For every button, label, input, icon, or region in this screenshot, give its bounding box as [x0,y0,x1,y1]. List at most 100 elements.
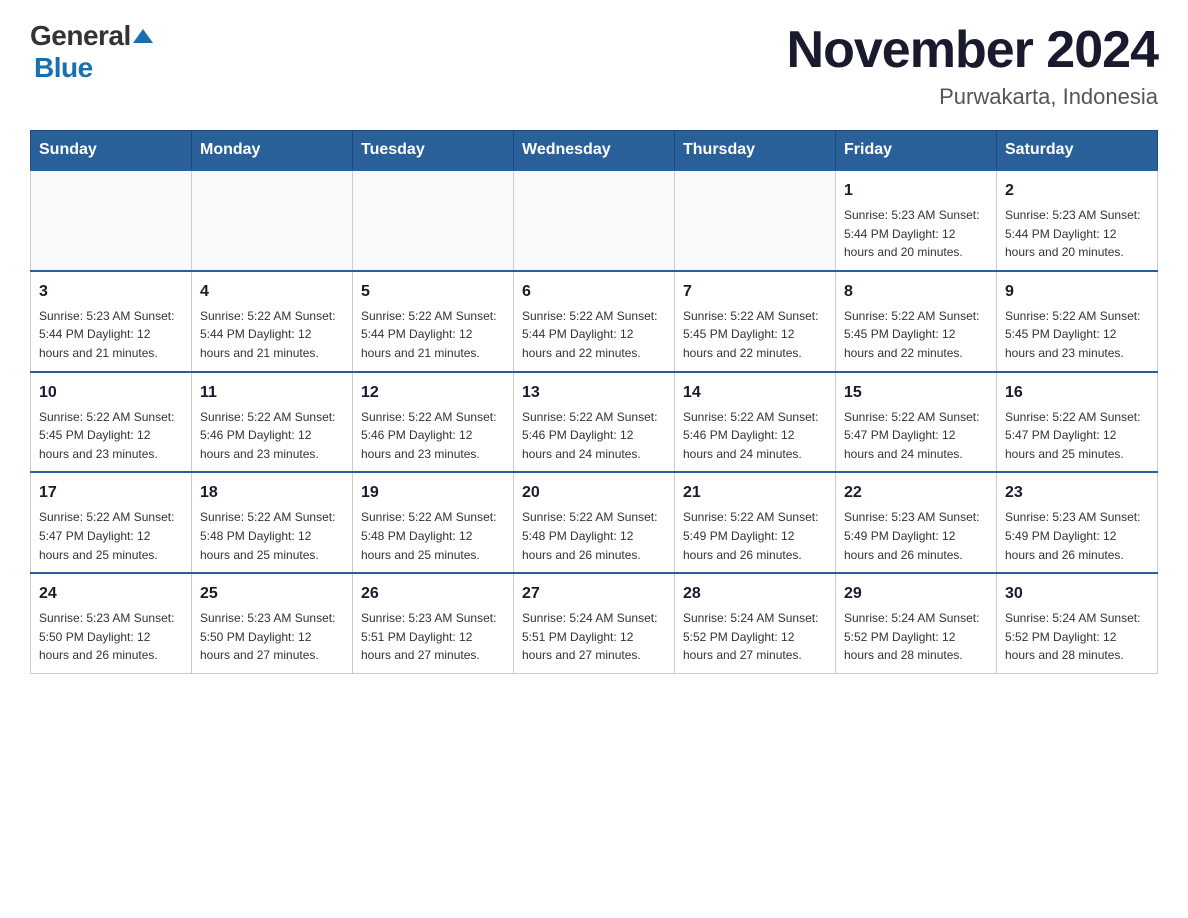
day-number: 16 [1005,381,1149,405]
calendar-cell: 1 Sunrise: 5:23 AM Sunset: 5:44 PM Daylig… [836,170,997,271]
day-info: Sunrise: 5:22 AM Sunset: 5:47 PM Dayligh… [39,508,183,564]
day-number: 12 [361,381,505,405]
week-row-5: 24 Sunrise: 5:23 AM Sunset: 5:50 PM Dayli… [31,573,1158,673]
calendar-cell: 2 Sunrise: 5:23 AM Sunset: 5:44 PM Daylig… [997,170,1158,271]
week-row-2: 3 Sunrise: 5:23 AM Sunset: 5:44 PM Daylig… [31,271,1158,372]
calendar-cell: 21 Sunrise: 5:22 AM Sunset: 5:49 PM Dayli… [675,472,836,573]
day-info: Sunrise: 5:23 AM Sunset: 5:49 PM Dayligh… [1005,508,1149,564]
calendar-cell: 17 Sunrise: 5:22 AM Sunset: 5:47 PM Dayli… [31,472,192,573]
day-info: Sunrise: 5:23 AM Sunset: 5:44 PM Dayligh… [1005,206,1149,262]
day-header-thursday: Thursday [675,131,836,171]
title-section: November 2024 Purwakarta, Indonesia [787,20,1158,110]
day-number: 24 [39,582,183,606]
calendar-cell: 26Sunrise: 5:23 AM Sunset: 5:51 PM Dayli… [353,573,514,673]
day-info: Sunrise: 5:22 AM Sunset: 5:48 PM Dayligh… [200,508,344,564]
calendar-cell: 12Sunrise: 5:22 AM Sunset: 5:46 PM Dayli… [353,372,514,473]
day-number: 21 [683,481,827,505]
day-info: Sunrise: 5:24 AM Sunset: 5:52 PM Dayligh… [844,609,988,665]
calendar-cell: 3 Sunrise: 5:23 AM Sunset: 5:44 PM Daylig… [31,271,192,372]
day-info: Sunrise: 5:24 AM Sunset: 5:52 PM Dayligh… [683,609,827,665]
calendar-cell: 13 Sunrise: 5:22 AM Sunset: 5:46 PM Dayli… [514,372,675,473]
day-number: 7 [683,280,827,304]
calendar-cell: 19Sunrise: 5:22 AM Sunset: 5:48 PM Dayli… [353,472,514,573]
day-info: Sunrise: 5:22 AM Sunset: 5:46 PM Dayligh… [683,408,827,464]
calendar-cell: 9Sunrise: 5:22 AM Sunset: 5:45 PM Daylig… [997,271,1158,372]
calendar-cell [31,170,192,271]
day-info: Sunrise: 5:22 AM Sunset: 5:46 PM Dayligh… [522,408,666,464]
calendar-cell: 15Sunrise: 5:22 AM Sunset: 5:47 PM Dayli… [836,372,997,473]
day-header-sunday: Sunday [31,131,192,171]
day-number: 8 [844,280,988,304]
day-info: Sunrise: 5:22 AM Sunset: 5:48 PM Dayligh… [522,508,666,564]
day-header-wednesday: Wednesday [514,131,675,171]
logo-general-text: General [30,20,131,52]
calendar-cell: 14 Sunrise: 5:22 AM Sunset: 5:46 PM Dayli… [675,372,836,473]
day-info: Sunrise: 5:22 AM Sunset: 5:49 PM Dayligh… [683,508,827,564]
calendar-cell: 18 Sunrise: 5:22 AM Sunset: 5:48 PM Dayli… [192,472,353,573]
week-row-1: 1 Sunrise: 5:23 AM Sunset: 5:44 PM Daylig… [31,170,1158,271]
day-number: 11 [200,381,344,405]
day-info: Sunrise: 5:23 AM Sunset: 5:44 PM Dayligh… [844,206,988,262]
calendar-cell: 28 Sunrise: 5:24 AM Sunset: 5:52 PM Dayli… [675,573,836,673]
day-info: Sunrise: 5:22 AM Sunset: 5:45 PM Dayligh… [1005,307,1149,363]
day-header-tuesday: Tuesday [353,131,514,171]
logo-triangle-icon [133,29,153,43]
day-info: Sunrise: 5:22 AM Sunset: 5:44 PM Dayligh… [522,307,666,363]
day-info: Sunrise: 5:22 AM Sunset: 5:48 PM Dayligh… [361,508,505,564]
day-info: Sunrise: 5:22 AM Sunset: 5:44 PM Dayligh… [200,307,344,363]
calendar-cell [514,170,675,271]
calendar-cell: 20 Sunrise: 5:22 AM Sunset: 5:48 PM Dayli… [514,472,675,573]
day-number: 2 [1005,179,1149,203]
day-number: 6 [522,280,666,304]
day-number: 18 [200,481,344,505]
day-info: Sunrise: 5:22 AM Sunset: 5:45 PM Dayligh… [844,307,988,363]
day-number: 17 [39,481,183,505]
calendar-cell: 23 Sunrise: 5:23 AM Sunset: 5:49 PM Dayli… [997,472,1158,573]
day-info: Sunrise: 5:23 AM Sunset: 5:50 PM Dayligh… [39,609,183,665]
header-row: SundayMondayTuesdayWednesdayThursdayFrid… [31,131,1158,171]
calendar-cell: 27 Sunrise: 5:24 AM Sunset: 5:51 PM Dayli… [514,573,675,673]
calendar-cell: 30 Sunrise: 5:24 AM Sunset: 5:52 PM Dayli… [997,573,1158,673]
day-number: 13 [522,381,666,405]
day-number: 4 [200,280,344,304]
calendar-cell: 24 Sunrise: 5:23 AM Sunset: 5:50 PM Dayli… [31,573,192,673]
day-number: 14 [683,381,827,405]
day-number: 10 [39,381,183,405]
calendar-cell: 7Sunrise: 5:22 AM Sunset: 5:45 PM Daylig… [675,271,836,372]
day-number: 27 [522,582,666,606]
day-number: 23 [1005,481,1149,505]
day-number: 26 [361,582,505,606]
calendar-cell: 8 Sunrise: 5:22 AM Sunset: 5:45 PM Daylig… [836,271,997,372]
day-info: Sunrise: 5:24 AM Sunset: 5:52 PM Dayligh… [1005,609,1149,665]
calendar-cell: 4 Sunrise: 5:22 AM Sunset: 5:44 PM Daylig… [192,271,353,372]
day-info: Sunrise: 5:22 AM Sunset: 5:47 PM Dayligh… [1005,408,1149,464]
calendar-cell: 25 Sunrise: 5:23 AM Sunset: 5:50 PM Dayli… [192,573,353,673]
day-header-monday: Monday [192,131,353,171]
calendar-cell [675,170,836,271]
day-number: 15 [844,381,988,405]
day-number: 25 [200,582,344,606]
day-header-saturday: Saturday [997,131,1158,171]
day-number: 20 [522,481,666,505]
day-number: 3 [39,280,183,304]
header: General Blue November 2024 Purwakarta, I… [30,20,1158,110]
day-number: 22 [844,481,988,505]
day-info: Sunrise: 5:23 AM Sunset: 5:50 PM Dayligh… [200,609,344,665]
calendar-cell [353,170,514,271]
month-title: November 2024 [787,20,1158,80]
day-number: 30 [1005,582,1149,606]
day-info: Sunrise: 5:23 AM Sunset: 5:49 PM Dayligh… [844,508,988,564]
calendar-cell: 11Sunrise: 5:22 AM Sunset: 5:46 PM Dayli… [192,372,353,473]
day-number: 28 [683,582,827,606]
day-number: 1 [844,179,988,203]
calendar-cell: 22 Sunrise: 5:23 AM Sunset: 5:49 PM Dayli… [836,472,997,573]
calendar-cell: 29Sunrise: 5:24 AM Sunset: 5:52 PM Dayli… [836,573,997,673]
logo: General Blue [30,20,153,84]
day-info: Sunrise: 5:23 AM Sunset: 5:44 PM Dayligh… [39,307,183,363]
day-number: 5 [361,280,505,304]
logo-blue-text: Blue [34,52,93,84]
location-title: Purwakarta, Indonesia [787,84,1158,110]
calendar-cell: 16 Sunrise: 5:22 AM Sunset: 5:47 PM Dayli… [997,372,1158,473]
day-info: Sunrise: 5:24 AM Sunset: 5:51 PM Dayligh… [522,609,666,665]
calendar-table: SundayMondayTuesdayWednesdayThursdayFrid… [30,130,1158,674]
